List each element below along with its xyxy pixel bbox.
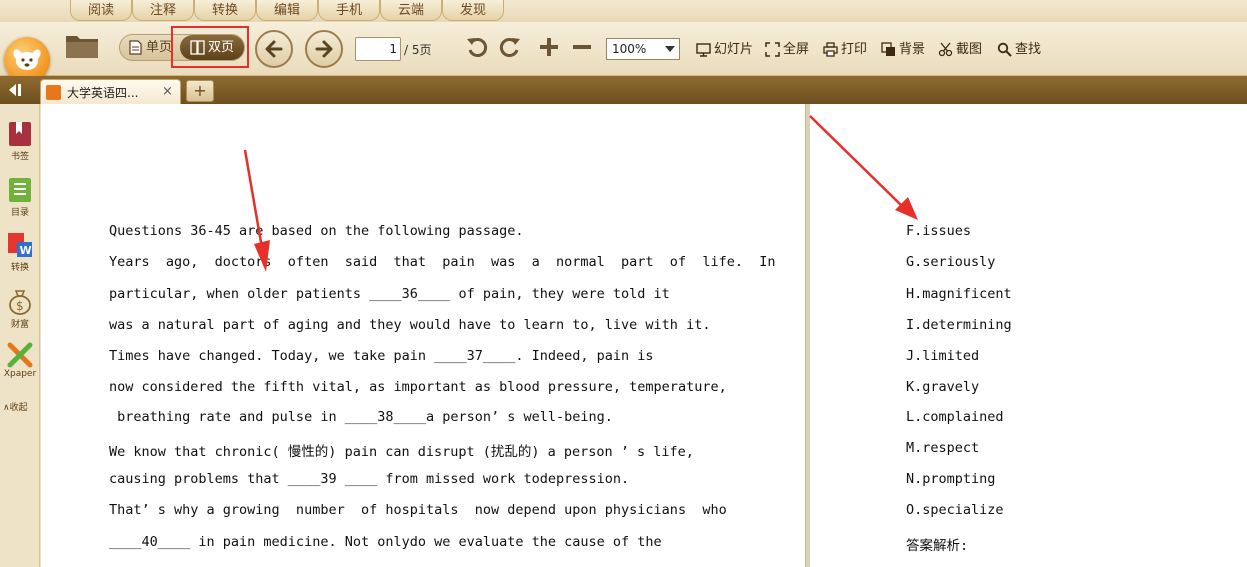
fullscreen-label: 全屏 [783,42,810,57]
sidebar-item-toc[interactable]: 目录 [0,176,40,218]
option-line: O.specialize [906,502,1004,518]
search-icon [997,42,1012,57]
sidebar-label-bookmark: 书签 [10,152,29,162]
page-number-input[interactable] [355,37,401,61]
zoom-in-icon[interactable] [537,35,561,59]
rotate-right-icon[interactable] [498,35,522,59]
sidebar-item-xpaper[interactable]: Xpaper [0,342,40,379]
passage-line: ____40____ in pain medicine. Not onlydo … [109,534,662,550]
option-line: L.complained [906,409,1004,425]
passage-line: We know that chronic( 慢性的) pain can disr… [109,444,694,460]
menu-tab-mobile[interactable]: 手机 [318,0,380,21]
menu-tab-cloud[interactable]: 云端 [380,0,442,21]
arrow-left-icon [265,40,283,58]
document-view: Questions 36-45 are based on the followi… [41,104,1247,567]
sidebar-label-wealth: 财富 [10,320,29,330]
sidebar-label-xpaper: Xpaper [3,369,37,379]
zoom-out-icon[interactable] [570,35,594,59]
screenshot-label: 截图 [956,42,983,57]
table-of-contents-icon [9,178,31,202]
page-total: / 5页 [404,43,432,57]
rotate-left-icon[interactable] [465,35,489,59]
passage-line: was a natural part of aging and they wou… [109,317,711,333]
sidebar-item-convert[interactable]: W 转换 [0,231,40,273]
option-line: I.determining [906,317,1012,333]
passage-line: Years ago, doctors often said that pain … [109,254,776,270]
left-sidebar: 书签 目录 W 转换 $ 财富 Xpaper ∧收起 [0,104,40,567]
passage-line: now considered the fifth vital, as impor… [109,379,727,395]
chevron-down-icon [665,46,675,52]
open-folder-button[interactable] [64,30,100,60]
document-tab[interactable]: 大学英语四... × [40,79,181,104]
document-tab-bar: 大学英语四... × + [0,76,1247,104]
option-line: J.limited [906,348,980,364]
passage-line: particular, when older patients ____36__… [109,286,670,302]
zoom-select[interactable]: 100% [606,38,680,60]
fullscreen-button[interactable]: 全屏 [765,41,811,59]
single-page-icon [129,40,142,55]
document-tab-title: 大学英语四... [67,86,139,100]
folder-icon [66,36,98,58]
sidebar-collapse-button[interactable]: ∧收起 [3,400,28,413]
passage-line: Questions 36-45 are based on the followi… [109,223,524,239]
zoom-value: 100% [612,42,647,56]
search-label: 查找 [1015,42,1042,57]
print-button[interactable]: 打印 [823,41,869,59]
option-line: M.respect [906,440,980,456]
passage-line: breathing rate and pulse in ____38____a … [109,409,613,425]
answer-analysis-heading: 答案解析: [906,538,969,554]
annotation-highlight-box [171,26,249,68]
option-line: G.seriously [906,254,996,270]
passage-line: Times have changed. Today, we take pain … [109,348,654,364]
svg-text:$: $ [16,299,24,313]
menu-tab-read[interactable]: 阅读 [70,0,132,21]
close-icon[interactable]: × [162,84,173,99]
option-line: K.gravely [906,379,980,395]
menu-tab-discover[interactable]: 发现 [442,0,504,21]
background-label: 背景 [899,42,926,57]
fullscreen-icon [765,42,780,57]
bookmark-icon [9,122,31,146]
background-button[interactable]: 背景 [881,41,927,59]
passage-line: causing problems that ____39 ____ from m… [109,471,630,487]
pdf-file-icon [46,85,61,100]
option-line: F.issues [906,223,972,239]
print-label: 打印 [841,42,868,57]
printer-icon [823,42,838,57]
slideshow-icon [696,43,711,57]
menu-tab-convert[interactable]: 转换 [194,0,256,21]
pdf-to-word-icon: W [8,233,32,257]
option-line: N.prompting [906,471,996,487]
xpaper-icon [7,342,33,368]
sidebar-label-convert: 转换 [10,263,29,273]
background-icon [881,42,895,56]
previous-page-button[interactable] [255,30,293,68]
svg-text:W: W [20,244,32,257]
right-page: F.issues G.seriously H.magnificent I.det… [810,104,1247,567]
collapse-sidebar-icon[interactable] [7,82,25,98]
next-page-button[interactable] [305,30,343,68]
left-page: Questions 36-45 are based on the followi… [41,104,805,567]
screenshot-button[interactable]: 截图 [938,41,984,59]
menu-strip: 阅读 注释 转换 编辑 手机 云端 发现 [0,0,1247,22]
menu-tab-annotate[interactable]: 注释 [132,0,194,21]
scissors-icon [938,42,953,57]
slideshow-label: 幻灯片 [714,42,754,57]
sidebar-label-toc: 目录 [10,208,29,218]
single-page-label: 单页 [146,40,173,55]
option-line: H.magnificent [906,286,1012,302]
money-bag-icon: $ [9,290,31,315]
sidebar-item-wealth[interactable]: $ 财富 [0,288,40,330]
passage-line: That’ s why a growing number of hospital… [109,502,727,518]
slideshow-button[interactable]: 幻灯片 [696,41,754,59]
new-tab-button[interactable]: + [186,80,214,102]
dog-logo-icon [13,49,41,70]
menu-tab-edit[interactable]: 编辑 [256,0,318,21]
sidebar-item-bookmark[interactable]: 书签 [0,120,40,162]
arrow-right-icon [315,40,333,58]
search-button[interactable]: 查找 [997,41,1043,59]
